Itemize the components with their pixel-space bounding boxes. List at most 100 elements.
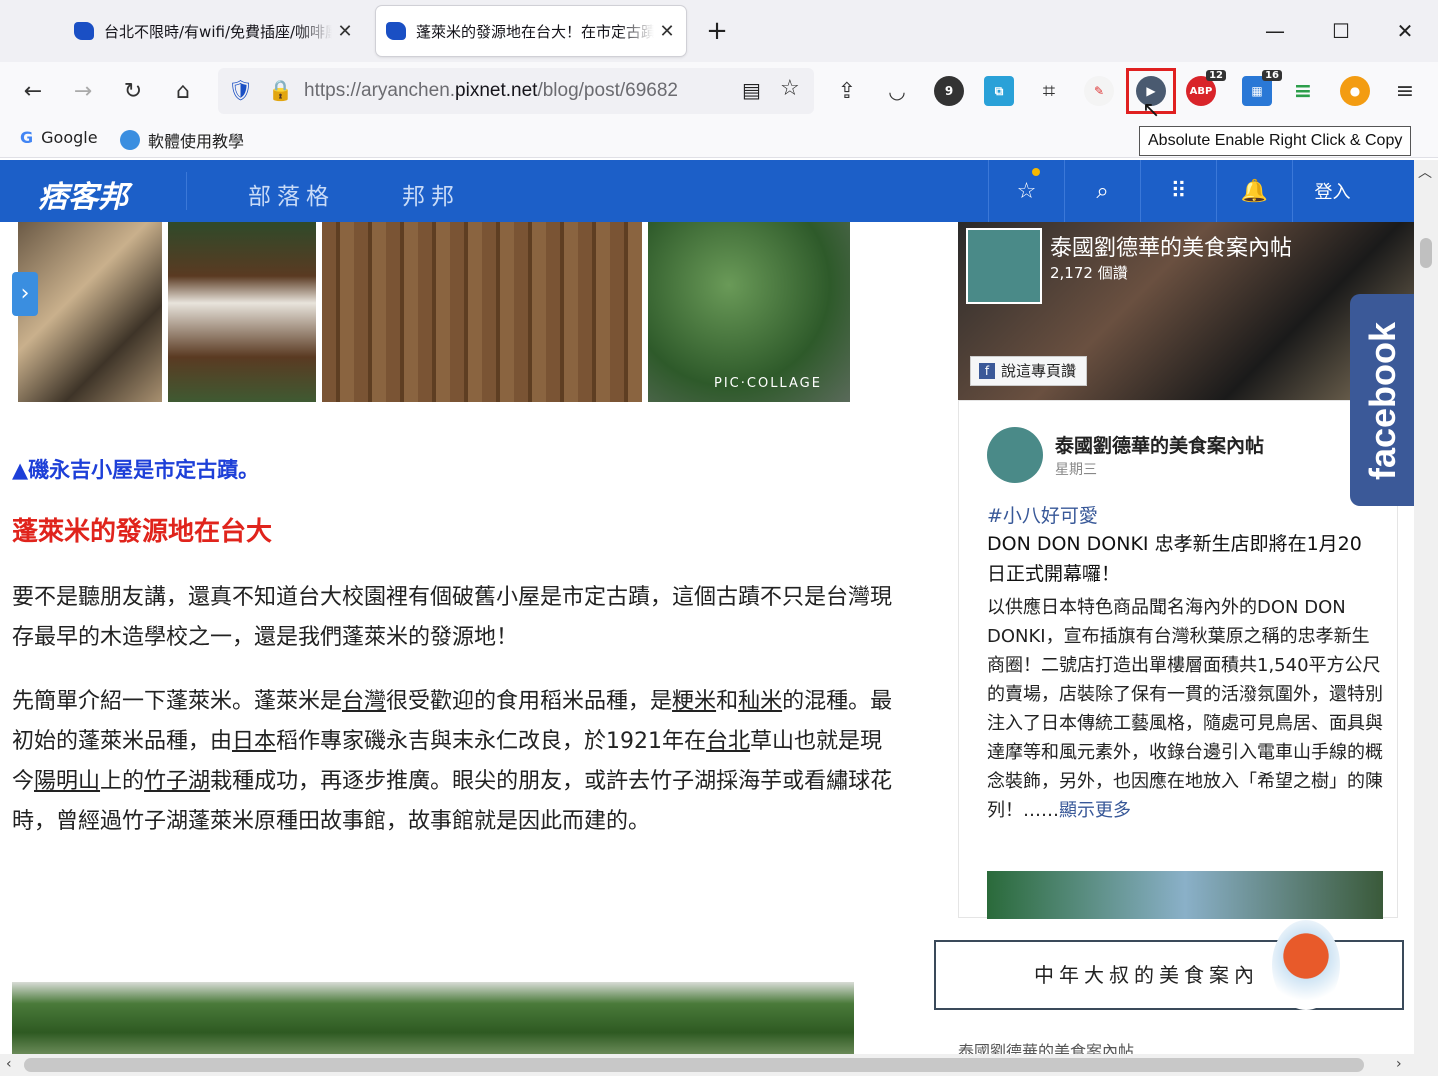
- inline-keyword-link[interactable]: 台北: [706, 729, 750, 754]
- horizontal-scrollbar[interactable]: ‹ ›: [0, 1054, 1414, 1076]
- header-divider: [186, 172, 187, 210]
- new-tab-button[interactable]: +: [700, 14, 734, 48]
- crop-icon[interactable]: ⌗: [1030, 72, 1068, 110]
- photo-tea-leaves: [12, 982, 854, 1054]
- fb-like-label: 說這專頁讚: [1001, 362, 1077, 380]
- tab-rice[interactable]: 蓬萊米的發源地在台大！在市定古蹟 ✕: [376, 6, 686, 56]
- extension-pen-icon[interactable]: ✎: [1084, 76, 1114, 106]
- nav-blog[interactable]: 部落格: [248, 177, 335, 211]
- calendar-extension-icon[interactable]: ▦ 16: [1242, 70, 1282, 106]
- bookmark-star-header-icon[interactable]: ☆: [988, 160, 1064, 222]
- inline-keyword-link[interactable]: 竹子湖: [144, 769, 210, 794]
- inline-keyword-link[interactable]: 陽明山: [34, 769, 100, 794]
- tab-cafe[interactable]: 台北不限時/有wifi/免費插座/咖啡廳 ✕: [64, 6, 364, 56]
- maximize-icon[interactable]: ☐: [1324, 14, 1358, 48]
- reader-view-icon[interactable]: ▤: [742, 78, 761, 102]
- section-heading: 蓬萊米的發源地在台大: [12, 517, 273, 547]
- tab-title: 蓬萊米的發源地在台大！在市定古蹟: [416, 22, 654, 41]
- home-icon[interactable]: ⌂: [164, 72, 202, 110]
- post-body-text: 以供應日本特色商品聞名海內外的DON DON DONKI，宣布插旗有台灣秋葉原之…: [987, 597, 1383, 821]
- bookmark-folder[interactable]: 軟體使用教學: [120, 128, 244, 152]
- vertical-scroll-thumb[interactable]: [1420, 238, 1432, 268]
- forward-icon[interactable]: →: [64, 72, 102, 110]
- scroll-up-icon[interactable]: ︿: [1418, 162, 1432, 182]
- back-icon[interactable]: ←: [14, 72, 52, 110]
- fb-page-name[interactable]: 泰國劉德華的美食案內帖: [1050, 230, 1292, 262]
- post-image: [987, 871, 1383, 919]
- extension-fox-icon[interactable]: ●: [1340, 76, 1370, 106]
- adblock-plus-icon[interactable]: ABP 12: [1186, 70, 1226, 106]
- fox-mascot-icon: [1272, 920, 1340, 1010]
- paragraph-intro: 要不是聽朋友講，還真不知道台大校園裡有個破舊小屋是市定古蹟，這個古蹟不只是台灣現…: [12, 585, 893, 650]
- post-date: 星期三: [1055, 462, 1097, 478]
- calendar-badge: 16: [1262, 70, 1282, 81]
- sidebar-bottom-text: 泰國劉德華的美食案內帖: [958, 1042, 1135, 1054]
- fb-likes: 2,172 個讚: [1050, 264, 1128, 282]
- close-tab-icon[interactable]: ✕: [658, 21, 676, 42]
- minimize-icon[interactable]: —: [1258, 14, 1292, 48]
- facebook-tab-label: facebook: [1362, 321, 1403, 480]
- close-tab-icon[interactable]: ✕: [336, 21, 354, 42]
- show-more-link[interactable]: 顯示更多: [1059, 800, 1131, 821]
- folder-icon: [120, 130, 140, 150]
- login-button[interactable]: 登入: [1292, 160, 1372, 222]
- post-body: 以供應日本特色商品聞名海內外的DON DON DONKI，宣布插旗有台灣秋葉原之…: [987, 593, 1383, 825]
- extension-screenshot-icon[interactable]: ⧉: [984, 76, 1014, 106]
- fb-page-avatar: [966, 228, 1042, 304]
- pixnet-logo[interactable]: 痞客邦: [38, 172, 128, 216]
- apps-grid-icon[interactable]: ⠿: [1140, 160, 1216, 222]
- inline-keyword-link[interactable]: 台灣: [342, 689, 386, 714]
- bookmark-star-icon[interactable]: ☆: [780, 76, 800, 101]
- extension-stripes-icon[interactable]: ≡: [1288, 76, 1318, 106]
- navigation-toolbar: ← → ↻ ⌂ 🛡 🔒 https://aryanchen.pixnet.net…: [0, 62, 1438, 123]
- post-hashtag[interactable]: #小八好可愛: [987, 501, 1098, 528]
- photo-wooden-door: [322, 222, 642, 402]
- scrollbar-corner: [1414, 1054, 1438, 1076]
- menu-icon[interactable]: ≡: [1386, 72, 1424, 110]
- inline-keyword-link[interactable]: 粳米: [672, 689, 716, 714]
- extension-share-icon[interactable]: ⇪: [828, 72, 866, 110]
- address-bar[interactable]: 🛡 🔒 https://aryanchen.pixnet.net/blog/po…: [218, 68, 814, 114]
- reload-icon[interactable]: ↻: [114, 72, 152, 110]
- bookmark-google[interactable]: G Google: [20, 128, 98, 147]
- paragraph-segment: 先簡單介紹一下蓬萊米。蓬萊米是: [12, 689, 343, 714]
- paragraph-segment: 稻作專家磯永吉與末永仁改良，於1921年在: [276, 729, 707, 754]
- lock-icon[interactable]: 🔒: [268, 78, 293, 102]
- extension-9-icon[interactable]: 9: [934, 76, 964, 106]
- tab-strip: 台北不限時/有wifi/免費插座/咖啡廳 ✕ 蓬萊米的發源地在台大！在市定古蹟 …: [0, 0, 1438, 62]
- post-author[interactable]: 泰國劉德華的美食案內帖: [1055, 431, 1264, 458]
- pixnet-favicon-icon: [74, 22, 94, 40]
- paragraph-segment: 很受歡迎的食用稻米品種，是: [386, 689, 673, 714]
- vertical-scrollbar[interactable]: ︿: [1414, 160, 1438, 1054]
- article-body: PIC·COLLAGE › ▲磯永吉小屋是市定古蹟。 蓬萊米的發源地在台大 要不…: [0, 222, 930, 1054]
- bookmark-label: Google: [41, 128, 98, 147]
- url-path: /blog/post/69682: [537, 80, 678, 101]
- post-author-avatar: [987, 427, 1043, 483]
- facebook-side-tab[interactable]: facebook: [1350, 294, 1414, 506]
- url-text[interactable]: https://aryanchen.pixnet.net/blog/post/6…: [304, 80, 734, 102]
- tab-title: 台北不限時/有wifi/免費插座/咖啡廳: [104, 22, 332, 41]
- close-window-icon[interactable]: ✕: [1388, 14, 1422, 48]
- scroll-left-icon[interactable]: ‹: [6, 1056, 12, 1072]
- tracking-shield-icon[interactable]: 🛡: [228, 78, 253, 102]
- pocket-icon[interactable]: ◡: [878, 72, 916, 110]
- bookmark-label: 軟體使用教學: [148, 132, 245, 151]
- url-prefix: https://aryanchen.: [304, 80, 456, 101]
- facebook-f-icon: f: [979, 363, 995, 379]
- paragraph-segment: 和: [716, 689, 739, 714]
- photo-mushroom-display: [18, 222, 162, 402]
- nav-bangbang[interactable]: 邦邦: [402, 177, 460, 211]
- inline-keyword-link[interactable]: 秈米: [738, 689, 782, 714]
- pixnet-header: 痞客邦 部落格 邦邦 ☆ ⌕ ⠿ 🔔 登入: [0, 160, 1414, 222]
- photo-trees-house: PIC·COLLAGE: [648, 222, 850, 402]
- fb-cover-photo: 泰國劉德華的美食案內帖 2,172 個讚 f 說這專頁讚: [958, 222, 1414, 400]
- photo-watermark: PIC·COLLAGE: [714, 376, 822, 391]
- fb-like-page-button[interactable]: f 說這專頁讚: [970, 356, 1088, 386]
- bell-icon[interactable]: 🔔: [1216, 160, 1292, 222]
- inline-keyword-link[interactable]: 日本: [232, 729, 276, 754]
- scroll-right-icon[interactable]: ›: [1396, 1056, 1402, 1072]
- search-icon[interactable]: ⌕: [1064, 160, 1140, 222]
- horizontal-scroll-thumb[interactable]: [24, 1058, 1364, 1072]
- photo-caption: ▲磯永吉小屋是市定古蹟。: [12, 458, 260, 482]
- carousel-next-icon[interactable]: ›: [12, 272, 38, 316]
